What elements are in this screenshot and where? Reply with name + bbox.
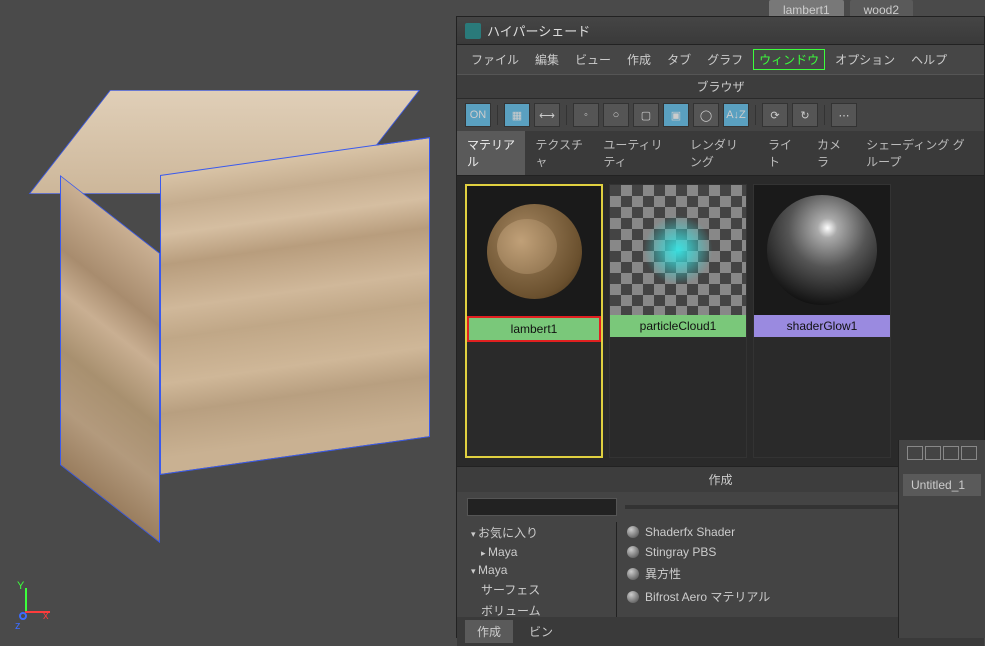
axis-y (25, 588, 27, 613)
tab-camera[interactable]: カメラ (807, 131, 856, 175)
shader-label: Stingray PBS (645, 545, 716, 559)
material-shaderglow1[interactable]: shaderGlow1 (753, 184, 891, 458)
right-panel-strip: Untitled_1 (898, 440, 985, 638)
menu-graph[interactable]: グラフ (701, 49, 749, 70)
shader-label: Bifrost Aero マテリアル (645, 588, 770, 605)
layout-icon-2[interactable] (925, 446, 941, 460)
separator-icon (824, 105, 825, 125)
toolbar: ON ▦ ⟷ ◦ ○ ▢ ▣ ◯ A↓Z ⟳ ↻ ⋯ (457, 99, 984, 131)
material-particlecloud1[interactable]: particleCloud1 (609, 184, 747, 458)
tool-square-icon[interactable]: ▢ (633, 103, 659, 127)
tab-texture[interactable]: テクスチャ (525, 131, 593, 175)
wood-sphere-icon (487, 204, 582, 299)
category-tree: お気に入り Maya Maya サーフェス ボリューム ディスプレイスメント (457, 522, 617, 617)
sphere-icon (627, 568, 639, 580)
shader-label: 異方性 (645, 565, 681, 582)
tool-sync-icon[interactable]: ⟳ (762, 103, 788, 127)
tool-more-icon[interactable]: ⋯ (831, 103, 857, 127)
tool-circle-icon[interactable]: ◯ (693, 103, 719, 127)
menu-create[interactable]: 作成 (621, 49, 657, 70)
tab-shading-group[interactable]: シェーディング グループ (856, 131, 984, 175)
axis-gizmo[interactable]: Y x z (15, 588, 55, 628)
cube-mesh[interactable] (60, 90, 440, 490)
menu-edit[interactable]: 編集 (529, 49, 565, 70)
tab-rendering[interactable]: レンダリング (680, 131, 758, 175)
tool-med-icon[interactable]: ○ (603, 103, 629, 127)
hypershade-icon (465, 23, 481, 39)
menu-file[interactable]: ファイル (465, 49, 525, 70)
material-preview (610, 185, 746, 315)
menubar: ファイル 編集 ビュー 作成 タブ グラフ ウィンドウ オプション ヘルプ (457, 45, 984, 74)
tool-on[interactable]: ON (465, 103, 491, 127)
menu-help[interactable]: ヘルプ (905, 49, 953, 70)
tool-link-icon[interactable]: ⟷ (534, 103, 560, 127)
material-grid: lambert1 particleCloud1 shaderGlow1 (457, 176, 984, 466)
material-preview (467, 186, 601, 316)
tool-refresh-icon[interactable]: ↻ (792, 103, 818, 127)
tree-favorites[interactable]: お気に入り (457, 522, 616, 543)
axis-z (19, 612, 27, 620)
material-label: particleCloud1 (610, 315, 746, 337)
viewport-3d[interactable]: Y x z (0, 0, 455, 638)
tool-small-icon[interactable]: ◦ (573, 103, 599, 127)
tab-light[interactable]: ライト (758, 131, 807, 175)
material-label: lambert1 (467, 316, 601, 342)
menu-view[interactable]: ビュー (569, 49, 617, 70)
axis-z-label: z (15, 620, 21, 632)
tree-maya-root[interactable]: Maya (457, 543, 616, 561)
tab-material[interactable]: マテリアル (457, 131, 525, 175)
tab-untitled[interactable]: Untitled_1 (903, 474, 981, 496)
layout-icon-4[interactable] (961, 446, 977, 460)
browser-tabs: マテリアル テクスチャ ユーティリティ レンダリング ライト カメラ シェーディ… (457, 131, 984, 176)
separator-icon (755, 105, 756, 125)
material-lambert1[interactable]: lambert1 (465, 184, 603, 458)
axis-y-label: Y (17, 580, 24, 592)
menu-window[interactable]: ウィンドウ (753, 49, 825, 70)
sphere-icon (627, 591, 639, 603)
create-header-label: 作成 (708, 473, 732, 487)
search-input[interactable] (467, 498, 617, 516)
tool-large-icon[interactable]: ▣ (663, 103, 689, 127)
tab-utility[interactable]: ユーティリティ (593, 131, 680, 175)
bottom-tab-bin[interactable]: ビン (517, 620, 565, 643)
tree-volume[interactable]: ボリューム (457, 600, 616, 617)
axis-x-label: x (43, 610, 49, 622)
menu-options[interactable]: オプション (829, 49, 901, 70)
cube-face-front (160, 137, 430, 475)
browser-section-label: ブラウザ (457, 74, 984, 99)
titlebar[interactable]: ハイパーシェード (457, 17, 984, 45)
cube-face-left (60, 175, 160, 543)
sphere-icon (627, 526, 639, 538)
menu-tab[interactable]: タブ (661, 49, 697, 70)
shader-label: Shaderfx Shader (645, 525, 735, 539)
glow-icon (643, 215, 713, 285)
layout-icon-1[interactable] (907, 446, 923, 460)
tool-grid-icon[interactable]: ▦ (504, 103, 530, 127)
sphere-icon (627, 546, 639, 558)
material-preview (754, 185, 890, 315)
tree-surface[interactable]: サーフェス (457, 579, 616, 600)
bottom-tab-create[interactable]: 作成 (465, 620, 513, 643)
separator-icon (497, 105, 498, 125)
shader-sphere-icon (767, 195, 877, 305)
tool-sort[interactable]: A↓Z (723, 103, 749, 127)
window-title: ハイパーシェード (487, 21, 590, 40)
layout-icon-3[interactable] (943, 446, 959, 460)
material-label: shaderGlow1 (754, 315, 890, 337)
tree-maya[interactable]: Maya (457, 561, 616, 579)
right-panel-icons (899, 440, 985, 466)
separator-icon (566, 105, 567, 125)
